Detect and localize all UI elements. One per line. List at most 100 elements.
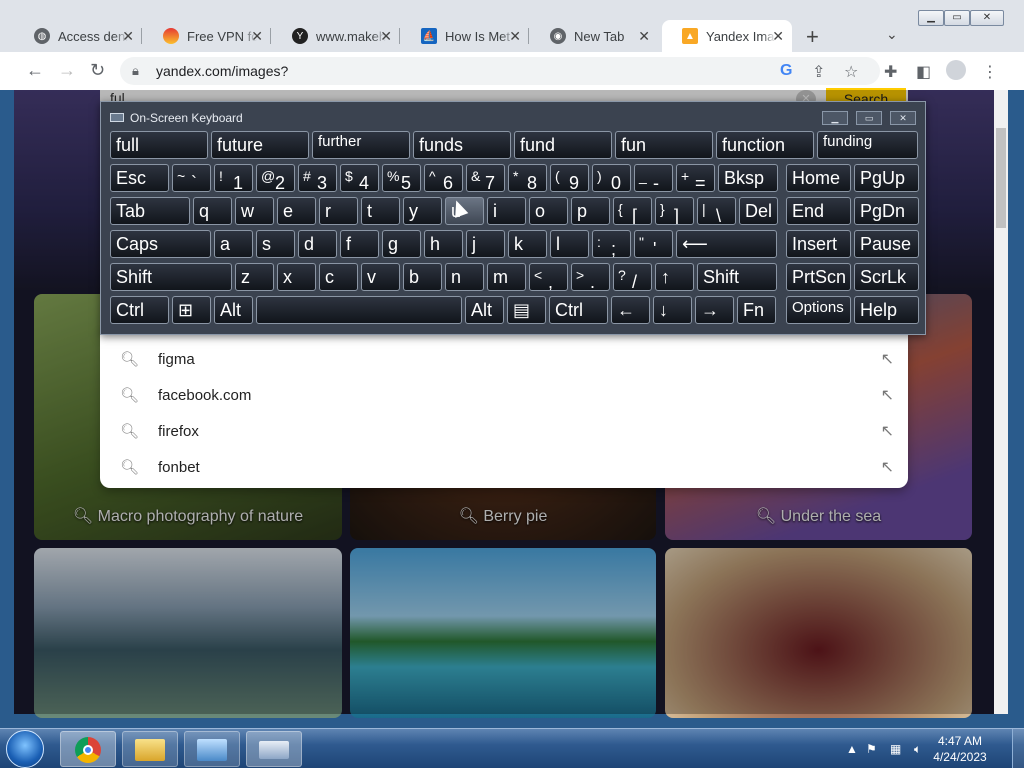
key-ctrl[interactable]: Ctrl bbox=[110, 296, 169, 324]
start-button[interactable] bbox=[6, 730, 44, 768]
key-prtscn[interactable]: PrtScn bbox=[786, 263, 851, 291]
key-char[interactable]: g bbox=[382, 230, 421, 258]
key-ctrl[interactable]: Ctrl bbox=[549, 296, 608, 324]
key-char[interactable]: _ - bbox=[634, 164, 673, 192]
taskbar-explorer[interactable] bbox=[122, 731, 178, 767]
key-scrlk[interactable]: ScrLk bbox=[854, 263, 919, 291]
tab-makeh[interactable]: Y www.makeh ✕ bbox=[272, 20, 400, 52]
key-char[interactable]: y bbox=[403, 197, 442, 225]
key-pause[interactable]: Pause bbox=[854, 230, 919, 258]
key-char[interactable]: r bbox=[319, 197, 358, 225]
key-char[interactable]: b bbox=[403, 263, 442, 291]
key-char[interactable]: @2 bbox=[256, 164, 295, 192]
key-end[interactable]: End bbox=[786, 197, 851, 225]
suggestion-item[interactable]: 🔍︎ facebook.com ↖ bbox=[100, 378, 908, 414]
key-char[interactable]: + = bbox=[676, 164, 715, 192]
key-shift[interactable]: Shift bbox=[697, 263, 777, 291]
extensions-icon[interactable]: ✚ bbox=[884, 62, 897, 82]
prediction-key[interactable]: future bbox=[211, 131, 309, 159]
osk-minimize-button[interactable]: ▁ bbox=[822, 111, 848, 125]
key-char[interactable]: o bbox=[529, 197, 568, 225]
new-tab-button[interactable]: + bbox=[806, 24, 819, 50]
key-char[interactable]: s bbox=[256, 230, 295, 258]
show-desktop-button[interactable] bbox=[1012, 729, 1024, 768]
bookmark-star-icon[interactable]: ☆ bbox=[844, 62, 858, 82]
key-char[interactable]: :; bbox=[592, 230, 631, 258]
key-char[interactable]: $4 bbox=[340, 164, 379, 192]
key-arrow-up[interactable]: ↑ bbox=[655, 263, 694, 291]
tray-overflow-icon[interactable]: ▲ bbox=[846, 742, 858, 756]
key-options[interactable]: Options bbox=[786, 296, 851, 324]
side-panel-icon[interactable]: ◧ bbox=[916, 62, 931, 82]
key-char[interactable]: {[ bbox=[613, 197, 652, 225]
key-char[interactable]: k bbox=[508, 230, 547, 258]
key-char[interactable]: (9 bbox=[550, 164, 589, 192]
key-char[interactable]: ! 1 bbox=[214, 164, 253, 192]
forward-button[interactable]: → bbox=[58, 60, 76, 81]
prediction-key[interactable]: fund bbox=[514, 131, 612, 159]
key-char[interactable]: n bbox=[445, 263, 484, 291]
key-char[interactable]: e bbox=[277, 197, 316, 225]
menu-kebab-icon[interactable]: ⋮ bbox=[982, 62, 998, 82]
tab-search-button[interactable]: ⌄ bbox=[886, 26, 898, 43]
tab-access-denied[interactable]: ◍ Access deni ✕ bbox=[14, 20, 142, 52]
key-char[interactable]: j bbox=[466, 230, 505, 258]
close-tab-icon[interactable]: ✕ bbox=[772, 28, 784, 45]
key-char[interactable]: f bbox=[340, 230, 379, 258]
key-char[interactable]: #3 bbox=[298, 164, 337, 192]
key-char[interactable]: c bbox=[319, 263, 358, 291]
reload-button[interactable]: ↻ bbox=[90, 60, 105, 81]
key-caps[interactable]: Caps bbox=[110, 230, 211, 258]
key-char[interactable]: q bbox=[193, 197, 232, 225]
share-icon[interactable]: ⇪ bbox=[812, 62, 825, 82]
key-char[interactable]: i bbox=[487, 197, 526, 225]
key-arrow-right[interactable]: → bbox=[695, 296, 734, 324]
key-shift[interactable]: Shift bbox=[110, 263, 232, 291]
suggestion-item[interactable]: 🔍︎ figma ↖ bbox=[100, 342, 908, 378]
close-tab-icon[interactable]: ✕ bbox=[122, 28, 134, 45]
suggestion-item[interactable]: 🔍︎ fonbet ↖ bbox=[100, 450, 908, 486]
key-home[interactable]: Home bbox=[786, 164, 851, 192]
prediction-key[interactable]: function bbox=[716, 131, 814, 159]
system-clock[interactable]: 4:47 AM 4/24/2023 bbox=[920, 733, 1000, 765]
insert-arrow-icon[interactable]: ↖ bbox=[881, 349, 894, 369]
google-lens-icon[interactable]: G bbox=[780, 62, 792, 80]
close-tab-icon[interactable]: ✕ bbox=[380, 28, 392, 45]
key-char[interactable]: v bbox=[361, 263, 400, 291]
insert-arrow-icon[interactable]: ↖ bbox=[881, 421, 894, 441]
close-tab-icon[interactable]: ✕ bbox=[638, 28, 650, 45]
key-menu[interactable]: ▤ bbox=[507, 296, 546, 324]
key-windows[interactable]: ⊞ bbox=[172, 296, 211, 324]
url-text[interactable]: yandex.com/images? bbox=[156, 63, 288, 79]
key-bksp[interactable]: Bksp bbox=[718, 164, 778, 192]
key-insert[interactable]: Insert bbox=[786, 230, 851, 258]
key-tab[interactable]: Tab bbox=[110, 197, 190, 225]
scrollbar-thumb[interactable] bbox=[996, 128, 1006, 228]
key-char[interactable]: * 8 bbox=[508, 164, 547, 192]
key-esc[interactable]: Esc bbox=[110, 164, 169, 192]
key-alt[interactable]: Alt bbox=[465, 296, 504, 324]
key-enter[interactable]: ⟵ bbox=[676, 230, 777, 258]
key-char[interactable]: ~ ` bbox=[172, 164, 211, 192]
key-char[interactable]: }] bbox=[655, 197, 694, 225]
key-help[interactable]: Help bbox=[854, 296, 919, 324]
key-char[interactable]: ? / bbox=[613, 263, 652, 291]
key-char[interactable]: m bbox=[487, 263, 526, 291]
insert-arrow-icon[interactable]: ↖ bbox=[881, 457, 894, 477]
tab-how-is-met[interactable]: ⛵ How Is Met ✕ bbox=[401, 20, 529, 52]
key-char[interactable]: z bbox=[235, 263, 274, 291]
tab-yandex-images[interactable]: ▲ Yandex Ima ✕ bbox=[662, 20, 792, 52]
key-char[interactable]: <, bbox=[529, 263, 568, 291]
prediction-key[interactable]: further bbox=[312, 131, 410, 159]
osk-close-button[interactable]: ✕ bbox=[890, 111, 916, 125]
key-pgdn[interactable]: PgDn bbox=[854, 197, 919, 225]
close-tab-icon[interactable]: ✕ bbox=[509, 28, 521, 45]
key-del[interactable]: Del bbox=[739, 197, 778, 225]
key-char[interactable]: d bbox=[298, 230, 337, 258]
key-char[interactable]: % 5 bbox=[382, 164, 421, 192]
close-tab-icon[interactable]: ✕ bbox=[251, 28, 263, 45]
key-fn[interactable]: Fn bbox=[737, 296, 776, 324]
key-char[interactable]: | \ bbox=[697, 197, 736, 225]
key-char[interactable]: ^ 6 bbox=[424, 164, 463, 192]
key-char[interactable]: >. bbox=[571, 263, 610, 291]
